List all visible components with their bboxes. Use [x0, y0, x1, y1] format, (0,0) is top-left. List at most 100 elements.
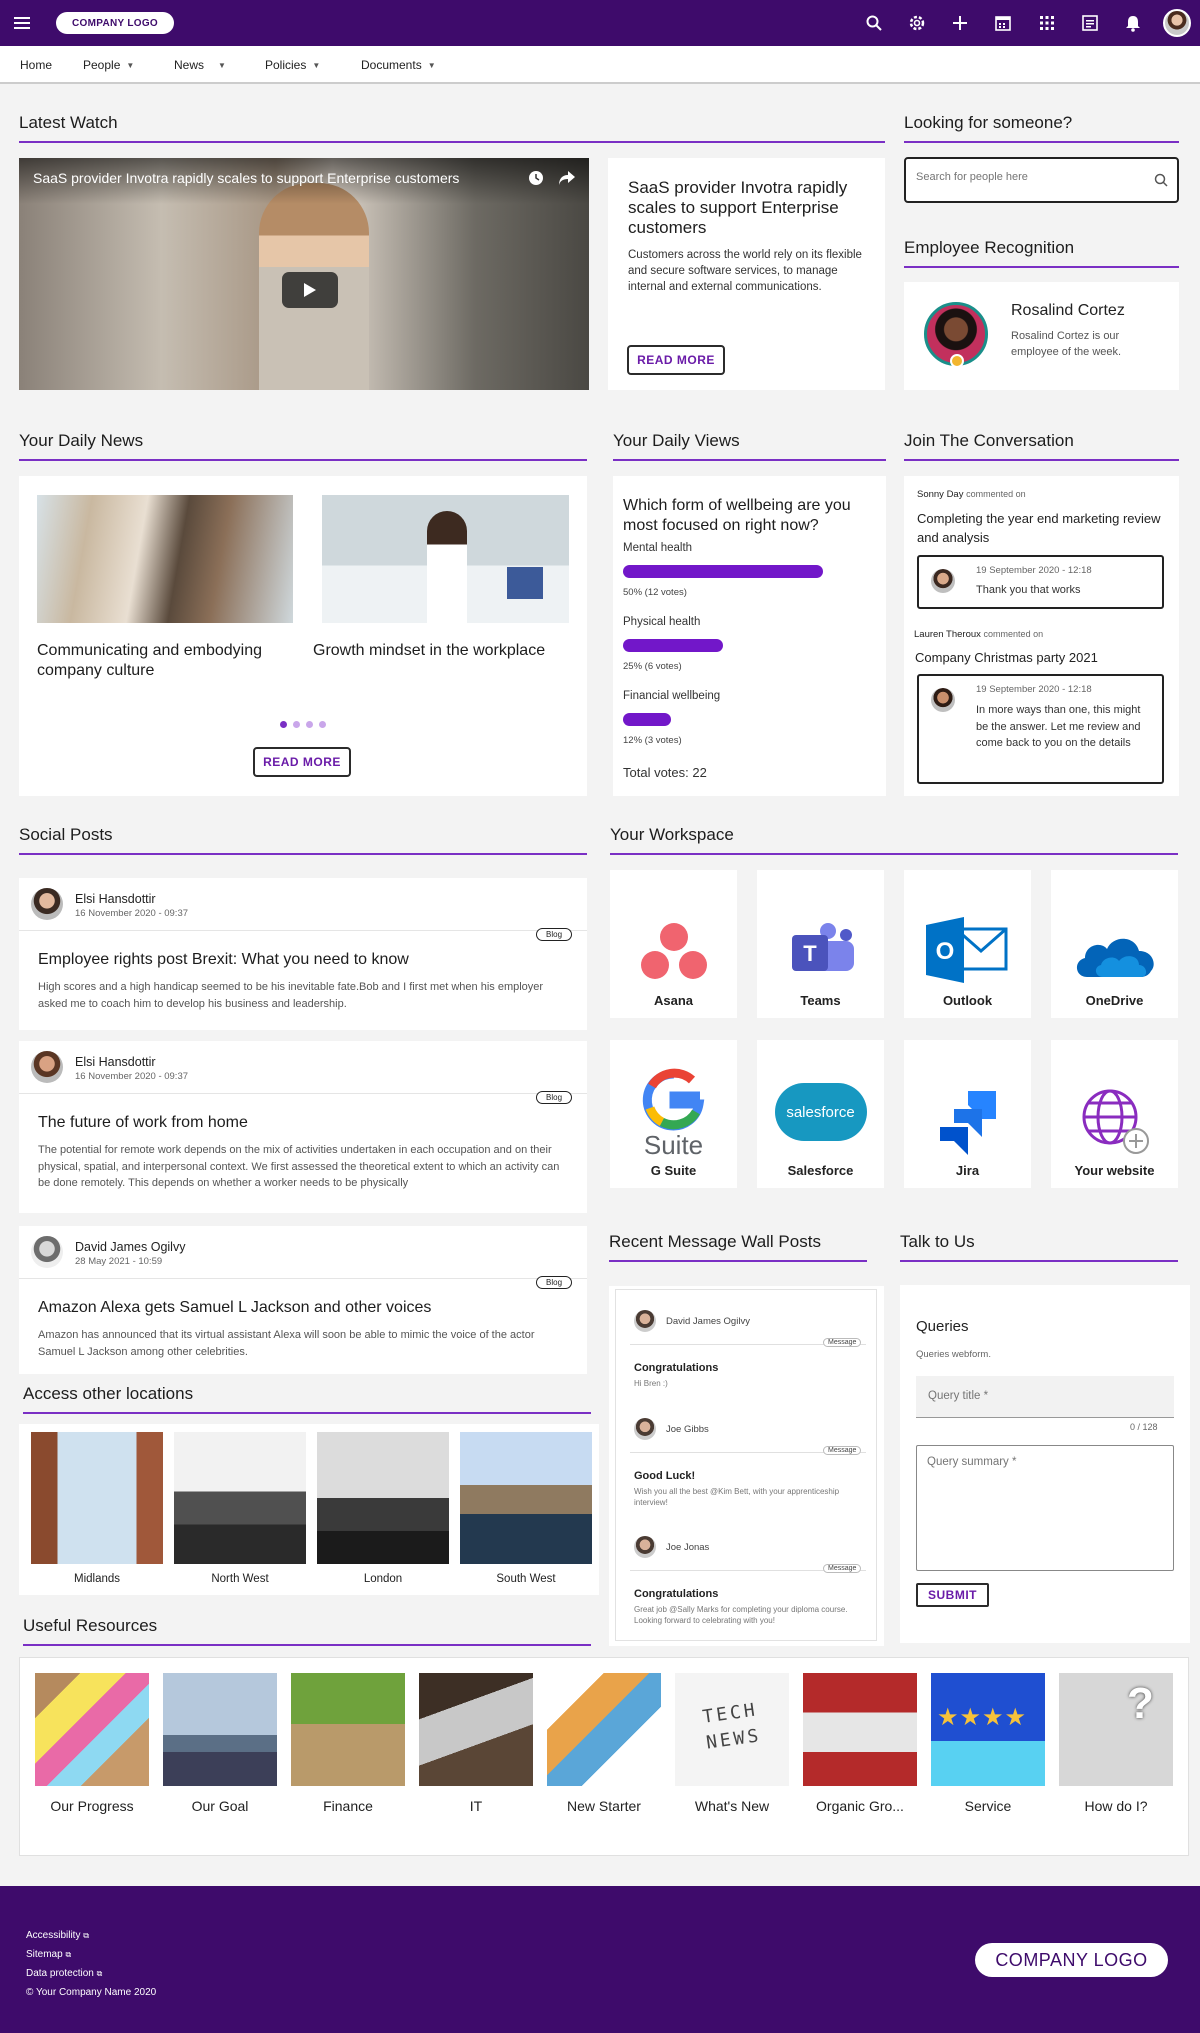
comment-topic[interactable]: Completing the year end marketing review…: [917, 509, 1167, 547]
message-tag[interactable]: Message: [823, 1564, 862, 1573]
location-label[interactable]: Midlands: [31, 1573, 163, 1585]
post-tag[interactable]: Blog: [536, 1276, 573, 1289]
comment-author[interactable]: Lauren Theroux: [914, 629, 981, 640]
carousel-dot[interactable]: [306, 721, 313, 728]
location-label[interactable]: London: [317, 1573, 449, 1585]
location-image-south-west[interactable]: [460, 1432, 592, 1564]
post-title[interactable]: Amazon Alexa gets Samuel L Jackson and o…: [38, 1299, 568, 1317]
app-tile-gsuite[interactable]: Suite G Suite: [610, 1040, 737, 1188]
nav-documents[interactable]: Documents ▼: [361, 58, 436, 72]
location-label[interactable]: North West: [174, 1573, 306, 1585]
news-image-growth[interactable]: [322, 495, 569, 623]
play-button[interactable]: [282, 272, 338, 308]
query-title-input[interactable]: [928, 1390, 1158, 1402]
poll-option-label[interactable]: Physical health: [623, 616, 700, 628]
message-title[interactable]: Congratulations: [634, 1362, 718, 1374]
nav-people[interactable]: People ▼: [83, 58, 134, 72]
location-image-north-west[interactable]: [174, 1432, 306, 1564]
message-tag[interactable]: Message: [823, 1446, 862, 1455]
query-summary-input[interactable]: [927, 1456, 1163, 1560]
poll-option-label[interactable]: Financial wellbeing: [623, 690, 720, 702]
location-label[interactable]: South West: [460, 1573, 592, 1585]
calendar-icon[interactable]: [993, 13, 1013, 33]
apps-grid-icon[interactable]: [1037, 13, 1057, 33]
post-title[interactable]: The future of work from home: [38, 1114, 568, 1132]
app-tile-jira[interactable]: Jira: [904, 1040, 1031, 1188]
location-image-london[interactable]: [317, 1432, 449, 1564]
share-icon[interactable]: [558, 170, 576, 189]
footer-logo[interactable]: COMPANY LOGO: [975, 1943, 1168, 1977]
submit-button[interactable]: SUBMIT: [916, 1583, 989, 1607]
bell-icon[interactable]: [1123, 13, 1143, 33]
message-tag[interactable]: Message: [823, 1338, 862, 1347]
message-wall-list[interactable]: David James Ogilvy Message Congratulations…: [615, 1289, 877, 1641]
comment-reply-box[interactable]: 19 September 2020 - 12:18 In more ways t…: [917, 674, 1164, 784]
post-author[interactable]: Elsi Hansdottir: [75, 1055, 156, 1069]
resource-tile[interactable]: ★★★★ Service: [931, 1673, 1045, 1823]
carousel-dots[interactable]: [280, 721, 326, 728]
company-logo[interactable]: COMPANY LOGO: [56, 12, 174, 34]
news-title-growth[interactable]: Growth mindset in the workplace: [313, 641, 583, 661]
message-title[interactable]: Congratulations: [634, 1588, 718, 1600]
carousel-dot-active[interactable]: [280, 721, 287, 728]
footer-link-accessibility[interactable]: Accessibility ⧉: [26, 1926, 156, 1945]
resource-tile[interactable]: Our Progress: [35, 1673, 149, 1823]
carousel-dot[interactable]: [319, 721, 326, 728]
post-author[interactable]: David James Ogilvy: [75, 1240, 185, 1254]
comment-reply-box[interactable]: 19 September 2020 - 12:18 Thank you that…: [917, 555, 1164, 609]
social-post[interactable]: Elsi Hansdottir 16 November 2020 - 09:37 B…: [19, 878, 587, 1030]
news-read-more-button[interactable]: READ MORE: [253, 747, 351, 777]
people-search-input[interactable]: [916, 171, 1136, 183]
employee-name[interactable]: Rosalind Cortez: [1011, 302, 1125, 320]
resource-tile[interactable]: New Starter: [547, 1673, 661, 1823]
location-image-midlands[interactable]: [31, 1432, 163, 1564]
footer-link-sitemap[interactable]: Sitemap ⧉: [26, 1945, 156, 1964]
search-icon[interactable]: [864, 13, 884, 33]
people-search-field[interactable]: [904, 157, 1179, 203]
nav-news[interactable]: News ▼: [174, 58, 226, 72]
resource-tile[interactable]: IT: [419, 1673, 533, 1823]
app-tile-asana[interactable]: Asana: [610, 870, 737, 1018]
message-title[interactable]: Good Luck!: [634, 1470, 695, 1482]
app-tile-onedrive[interactable]: OneDrive: [1051, 870, 1178, 1018]
resource-tile[interactable]: Finance: [291, 1673, 405, 1823]
post-tag[interactable]: Blog: [536, 928, 573, 941]
social-post[interactable]: Elsi Hansdottir 16 November 2020 - 09:37 B…: [19, 1041, 587, 1213]
query-summary-field[interactable]: [916, 1445, 1174, 1571]
message-author[interactable]: David James Ogilvy: [666, 1316, 750, 1327]
news-title-culture[interactable]: Communicating and embodying company cult…: [37, 641, 297, 681]
comment-topic[interactable]: Company Christmas party 2021: [915, 650, 1165, 665]
post-title[interactable]: Employee rights post Brexit: What you ne…: [38, 951, 568, 969]
search-icon[interactable]: [1154, 173, 1168, 190]
resource-tile[interactable]: Our Goal: [163, 1673, 277, 1823]
message-author[interactable]: Joe Gibbs: [666, 1424, 709, 1435]
news-icon[interactable]: [1080, 13, 1100, 33]
resource-tile[interactable]: ? How do I?: [1059, 1673, 1173, 1823]
message-author[interactable]: Joe Jonas: [666, 1542, 709, 1553]
carousel-dot[interactable]: [293, 721, 300, 728]
read-more-button[interactable]: READ MORE: [627, 345, 725, 375]
app-tile-teams[interactable]: T Teams: [757, 870, 884, 1018]
post-tag[interactable]: Blog: [536, 1091, 573, 1104]
app-tile-your-website[interactable]: Your website: [1051, 1040, 1178, 1188]
poll-option-label[interactable]: Mental health: [623, 542, 692, 554]
article-title[interactable]: SaaS provider Invotra rapidly scales to …: [628, 178, 868, 238]
avatar[interactable]: [1163, 9, 1191, 37]
post-author[interactable]: Elsi Hansdottir: [75, 892, 156, 906]
nav-home[interactable]: Home: [20, 58, 52, 72]
news-image-culture[interactable]: [37, 495, 293, 623]
app-tile-salesforce[interactable]: salesforce Salesforce: [757, 1040, 884, 1188]
resource-tile[interactable]: TECH NEWS What's New: [675, 1673, 789, 1823]
plus-icon[interactable]: [950, 13, 970, 33]
clock-icon[interactable]: [528, 170, 544, 189]
app-tile-outlook[interactable]: O Outlook: [904, 870, 1031, 1018]
video-player[interactable]: SaaS provider Invotra rapidly scales to …: [19, 158, 589, 390]
nav-policies[interactable]: Policies ▼: [265, 58, 320, 72]
social-post[interactable]: David James Ogilvy 28 May 2021 - 10:59 Blo…: [19, 1226, 587, 1374]
resource-tile[interactable]: Organic Gro...: [803, 1673, 917, 1823]
gear-icon[interactable]: [907, 13, 927, 33]
query-title-field[interactable]: [916, 1376, 1174, 1418]
footer-link-data-protection[interactable]: Data protection ⧉: [26, 1964, 156, 1983]
menu-icon[interactable]: [12, 13, 32, 33]
comment-author[interactable]: Sonny Day: [917, 489, 963, 500]
